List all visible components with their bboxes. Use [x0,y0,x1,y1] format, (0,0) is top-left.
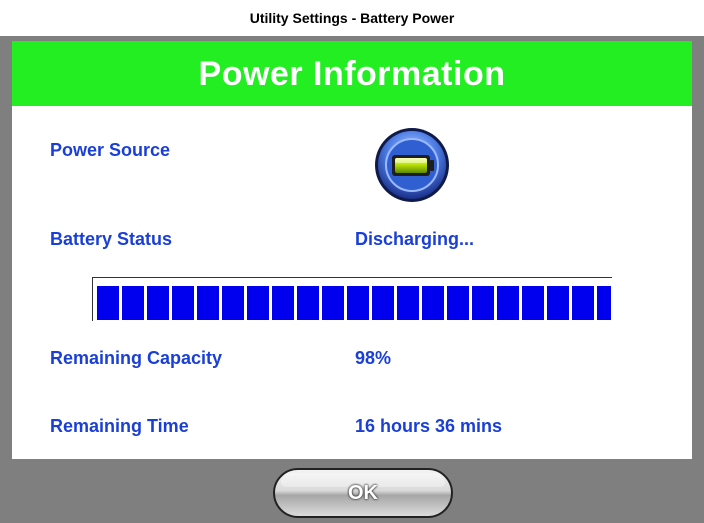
dialog-content: Power Source Battery Status Discharging.… [12,106,692,459]
power-information-dialog: Power Information Power Source Battery S… [0,36,704,523]
battery-status-value: Discharging... [355,229,475,249]
power-source-label: Power Source [50,140,171,160]
window-caption: Utility Settings - Battery Power [249,10,455,26]
ok-button-label: OK [348,482,378,504]
remaining-capacity-value: 98% [355,348,392,368]
ok-button[interactable]: OK [273,468,453,518]
battery-level-bar [92,277,612,321]
battery-status-label: Battery Status [50,229,173,249]
remaining-time-value: 16 hours 36 mins [355,416,503,436]
battery-icon [373,126,451,204]
remaining-capacity-label: Remaining Capacity [50,348,223,368]
battery-level-fill [97,286,611,320]
dialog-title: Power Information [12,41,692,106]
remaining-time-label: Remaining Time [50,416,189,436]
